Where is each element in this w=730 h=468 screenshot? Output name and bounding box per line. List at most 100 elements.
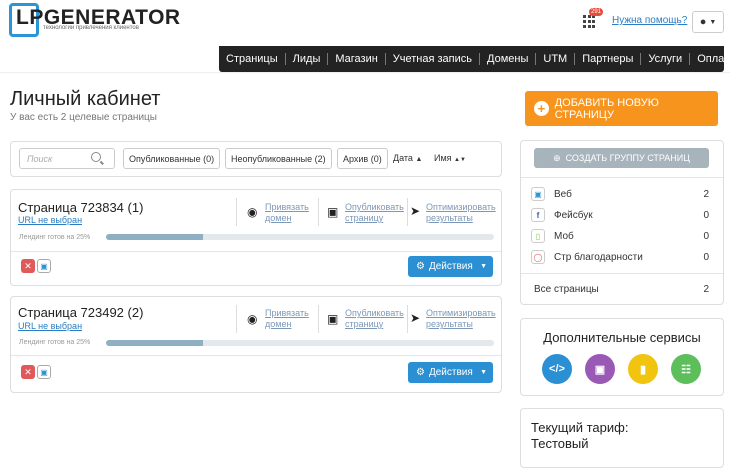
nav-item-account[interactable]: Учетная запись: [386, 53, 481, 65]
bind-domain-line2: домен: [265, 213, 292, 223]
cursor-icon: ➤: [410, 204, 421, 218]
sort-name[interactable]: Имя ▲▼: [434, 153, 466, 163]
group-row-value: 0: [703, 251, 709, 263]
group-row-value: 0: [703, 230, 709, 242]
help-link[interactable]: Нужна помощь?: [612, 15, 687, 26]
group-row-web[interactable]: ▣ Веб 2: [531, 187, 709, 201]
actions-label: Действия: [428, 261, 473, 272]
main-nav: Страницы Лиды Магазин Учетная запись Дом…: [219, 46, 730, 72]
image-icon[interactable]: ▣: [585, 354, 615, 384]
page-card-title[interactable]: Страница 723492 (2): [18, 305, 143, 320]
caret-up-icon: ▲: [415, 156, 423, 163]
user-menu-button[interactable]: ● ▼: [692, 11, 724, 33]
sort-both-icon: ▲▼: [454, 157, 466, 163]
desktop-icon[interactable]: ▣: [37, 259, 51, 273]
group-row-mobile[interactable]: ▯ Моб 0: [531, 229, 709, 243]
facebook-icon: f: [531, 208, 545, 222]
nav-item-leads[interactable]: Лиды: [286, 53, 329, 65]
sort-date-label: Дата: [393, 153, 413, 163]
globe-icon: ◉: [247, 312, 258, 326]
page-card-url[interactable]: URL не выбран: [18, 215, 82, 225]
group-row-all[interactable]: Все страницы 2: [534, 284, 709, 295]
tariff-info: Текущий тариф: Тестовый: [531, 420, 628, 452]
group-row-thanks[interactable]: ◯ Стр благодарности 0: [531, 250, 709, 264]
group-row-label: Стр благодарности: [554, 251, 643, 263]
publish-line2: страницу: [345, 213, 384, 223]
nav-item-utm[interactable]: UTM: [536, 53, 576, 65]
actions-dropdown-button[interactable]: ⚙ Действия ▼: [408, 362, 493, 383]
page-title: Личный кабинет: [10, 88, 161, 110]
nav-item-domains[interactable]: Домены: [480, 53, 537, 65]
desktop-icon[interactable]: ▣: [37, 365, 51, 379]
plus-icon: +: [534, 101, 549, 116]
optimize-line1: Оптимизировать: [426, 202, 496, 212]
chart-icon[interactable]: ▮: [628, 354, 658, 384]
chevron-down-icon: ▼: [709, 18, 717, 26]
optimize-line1: Оптимизировать: [426, 308, 496, 318]
bind-domain-link[interactable]: Привязать домен: [265, 308, 309, 330]
tariff-name: Тестовый: [531, 436, 589, 451]
gear-icon: ⚙: [416, 367, 425, 378]
group-row-label: Моб: [554, 230, 574, 242]
group-row-label: Фейсбук: [554, 209, 593, 221]
separator: [236, 198, 237, 226]
optimize-results-link[interactable]: Оптимизировать результаты: [426, 202, 496, 224]
progress-bar: [106, 234, 494, 240]
publish-line1: Опубликовать: [345, 308, 404, 318]
thanks-icon: ◯: [531, 250, 545, 264]
group-row-facebook[interactable]: f Фейсбук 0: [531, 208, 709, 222]
nav-item-payment[interactable]: Оплата: [690, 53, 730, 65]
delete-icon[interactable]: ✕: [21, 259, 35, 273]
monitor-icon: ▣: [327, 205, 339, 219]
nav-item-services[interactable]: Услуги: [641, 53, 691, 65]
separator: [236, 305, 237, 333]
filter-published-button[interactable]: Опубликованные (0): [123, 148, 221, 169]
progress-label: Лендинг готов на 25%: [19, 339, 91, 346]
search-icon: [91, 152, 101, 162]
separator: [407, 305, 408, 333]
user-icon: ●: [699, 16, 707, 28]
group-total-value: 2: [703, 284, 709, 295]
progress-fill: [106, 234, 203, 240]
actions-dropdown-button[interactable]: ⚙ Действия ▼: [408, 256, 493, 277]
add-page-button[interactable]: + ДОБАВИТЬ НОВУЮ СТРАНИЦУ: [525, 91, 718, 126]
optimize-results-link[interactable]: Оптимизировать результаты: [426, 308, 496, 330]
apps-grid-icon[interactable]: [583, 15, 597, 29]
mobile-icon: ▯: [531, 229, 545, 243]
progress-label: Лендинг готов на 25%: [19, 234, 91, 241]
optimize-line2: результаты: [426, 319, 473, 329]
gear-icon: ⚙: [416, 261, 425, 272]
bind-domain-line1: Привязать: [265, 308, 309, 318]
cart-icon[interactable]: ☷: [671, 354, 701, 384]
actions-label: Действия: [428, 367, 473, 378]
nav-item-shop[interactable]: Магазин: [328, 53, 386, 65]
separator: [407, 198, 408, 226]
bind-domain-link[interactable]: Привязать домен: [265, 202, 309, 224]
publish-page-link[interactable]: Опубликовать страницу: [345, 308, 404, 330]
publish-line2: страницу: [345, 319, 384, 329]
progress-fill: [106, 340, 203, 346]
page-card-url[interactable]: URL не выбран: [18, 321, 82, 331]
services-title: Дополнительные сервисы: [543, 330, 701, 345]
nav-item-pages[interactable]: Страницы: [219, 53, 286, 65]
nav-item-partners[interactable]: Партнеры: [575, 53, 642, 65]
page-card-title[interactable]: Страница 723834 (1): [18, 200, 143, 215]
publish-page-link[interactable]: Опубликовать страницу: [345, 202, 404, 224]
bind-domain-line1: Привязать: [265, 202, 309, 212]
page-subtitle: У вас есть 2 целевые страницы: [10, 112, 157, 123]
group-row-label: Веб: [554, 188, 572, 200]
add-page-label: ДОБАВИТЬ НОВУЮ СТРАНИЦУ: [554, 96, 659, 121]
code-icon[interactable]: </>: [542, 354, 572, 384]
filter-archive-button[interactable]: Архив (0): [337, 148, 388, 169]
sort-date[interactable]: Дата ▲: [393, 153, 422, 163]
filter-unpublished-button[interactable]: Неопубликованные (2): [225, 148, 332, 169]
delete-icon[interactable]: ✕: [21, 365, 35, 379]
plus-icon: ⊕: [553, 152, 561, 163]
cursor-icon: ➤: [410, 311, 421, 325]
create-group-label: СОЗДАТЬ ГРУППУ СТРАНИЦ: [565, 153, 690, 163]
create-group-button[interactable]: ⊕ СОЗДАТЬ ГРУППУ СТРАНИЦ: [534, 148, 709, 168]
tariff-label: Текущий тариф:: [531, 420, 629, 435]
progress-bar: [106, 340, 494, 346]
group-row-value: 0: [703, 209, 709, 221]
chevron-down-icon: ▼: [480, 369, 487, 376]
